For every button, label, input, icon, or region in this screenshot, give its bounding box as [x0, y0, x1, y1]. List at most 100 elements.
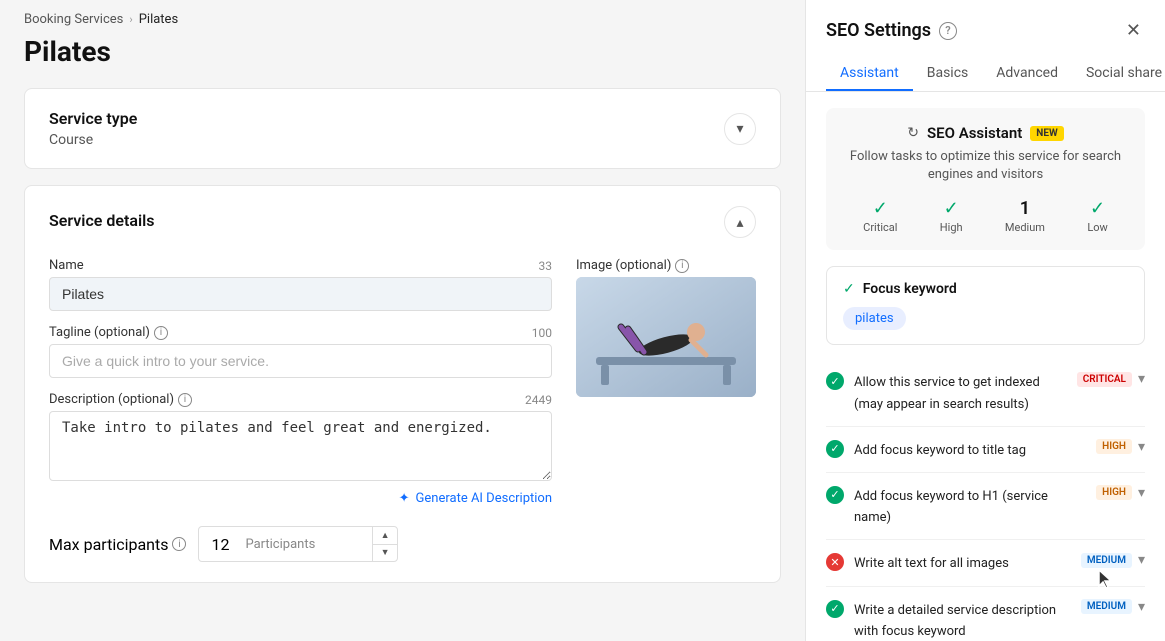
task-title-tag-right: HIGH ▾	[1096, 439, 1145, 455]
task-description-expand[interactable]: ▾	[1138, 599, 1145, 615]
task-title-tag-content: Add focus keyword to title tag	[854, 439, 1086, 460]
task-description-right: MEDIUM ▾	[1081, 599, 1145, 615]
seo-title-text: SEO Settings	[826, 20, 931, 41]
task-alt-text-expand[interactable]: ▾	[1138, 552, 1145, 568]
task-title-tag-title: Add focus keyword to title tag	[854, 443, 1026, 458]
task-indexing-title: Allow this service to get indexed (may a…	[854, 375, 1040, 411]
keyword-tag[interactable]: pilates	[843, 307, 906, 330]
task-h1-status: ✓	[826, 486, 844, 504]
stat-medium: 1 Medium	[1005, 198, 1045, 234]
focus-keyword-title: Focus keyword	[863, 281, 957, 297]
task-indexing-content: Allow this service to get indexed (may a…	[854, 371, 1067, 413]
sparkle-icon: ✦	[399, 491, 410, 506]
task-h1-title: Add focus keyword to H1 (service name)	[854, 489, 1048, 525]
description-char-count: 2449	[525, 393, 552, 407]
task-description-content: Write a detailed service description wit…	[854, 599, 1071, 641]
description-info-icon[interactable]: i	[178, 393, 192, 407]
assistant-description: Follow tasks to optimize this service fo…	[842, 148, 1129, 184]
service-details-title: Service details	[49, 211, 155, 230]
task-title-tag-badge: HIGH	[1096, 439, 1132, 454]
close-button[interactable]: ✕	[1122, 16, 1145, 45]
stats-row: ✓ Critical ✓ High 1 Medium ✓ Low	[842, 198, 1129, 234]
task-item-title-tag: ✓ Add focus keyword to title tag HIGH ▾	[826, 427, 1145, 473]
seo-header: SEO Settings ? ✕ Assistant Basics Advanc…	[806, 0, 1165, 92]
image-info-icon[interactable]: i	[675, 259, 689, 273]
description-field-label: Description (optional) i 2449	[49, 392, 552, 407]
generate-ai-button[interactable]: ✦ Generate AI Description	[49, 491, 552, 506]
stat-medium-label: Medium	[1005, 221, 1045, 234]
tagline-input[interactable]	[49, 344, 552, 378]
max-participants-row: Max participants i 12 Participants ▲ ▼	[49, 526, 756, 562]
tasks-list: ✓ Allow this service to get indexed (may…	[826, 359, 1145, 641]
generate-ai-label: Generate AI Description	[416, 491, 552, 506]
stat-critical-label: Critical	[863, 221, 897, 234]
tab-advanced[interactable]: Advanced	[982, 57, 1072, 91]
check-circle-green-icon: ✓	[826, 372, 844, 390]
tab-assistant[interactable]: Assistant	[826, 57, 913, 91]
service-image[interactable]	[576, 277, 756, 397]
seo-tabs: Assistant Basics Advanced Social share	[826, 57, 1145, 91]
stat-medium-value: 1	[1005, 198, 1045, 219]
stat-low: ✓ Low	[1087, 198, 1107, 234]
stat-high-label: High	[940, 221, 963, 234]
chevron-down-icon: ▾	[736, 120, 743, 137]
page-title: Pilates	[24, 35, 781, 68]
tab-basics[interactable]: Basics	[913, 57, 983, 91]
task-h1-badge: HIGH	[1096, 485, 1132, 500]
task-item-description: ✓ Write a detailed service description w…	[826, 587, 1145, 641]
task-description-title: Write a detailed service description wit…	[854, 603, 1056, 639]
max-participants-label: Max participants	[49, 535, 168, 554]
task-indexing-right: CRITICAL ▾	[1077, 371, 1145, 387]
tagline-label: Tagline (optional)	[49, 325, 150, 340]
service-type-card: Service type Course ▾	[24, 88, 781, 169]
participants-stepper[interactable]: 12 Participants ▲ ▼	[198, 526, 398, 562]
max-participants-info-icon[interactable]: i	[172, 537, 186, 551]
task-description-badge: MEDIUM	[1081, 599, 1132, 614]
assistant-title: SEO Assistant	[927, 124, 1022, 142]
task-title-tag-expand[interactable]: ▾	[1138, 439, 1145, 455]
task-indexing-expand[interactable]: ▾	[1138, 371, 1145, 387]
assistant-card: ↻ SEO Assistant NEW Follow tasks to opti…	[826, 108, 1145, 250]
task-h1-content: Add focus keyword to H1 (service name)	[854, 485, 1086, 527]
service-type-title: Service type	[49, 109, 137, 128]
pilates-image-svg	[576, 277, 756, 397]
stat-low-label: Low	[1087, 221, 1107, 234]
breadcrumb-separator: ›	[129, 13, 132, 26]
task-description-status: ✓	[826, 600, 844, 618]
tab-social-share[interactable]: Social share	[1072, 57, 1165, 91]
task-alt-text-badge: MEDIUM	[1081, 553, 1132, 568]
stepper-down[interactable]: ▼	[373, 545, 398, 562]
task-h1-expand[interactable]: ▾	[1138, 485, 1145, 501]
task-indexing-badge: CRITICAL	[1077, 372, 1132, 387]
tagline-char-count: 100	[532, 326, 552, 340]
stat-critical-icon: ✓	[863, 198, 897, 219]
task-alt-text-status: ✕	[826, 553, 844, 571]
check-circle-green-icon-2: ✓	[826, 440, 844, 458]
stat-high: ✓ High	[940, 198, 963, 234]
new-badge: NEW	[1030, 126, 1063, 141]
seo-settings-panel: SEO Settings ? ✕ Assistant Basics Advanc…	[805, 0, 1165, 641]
left-panel: Booking Services › Pilates Pilates Servi…	[0, 0, 805, 641]
refresh-icon: ↻	[907, 125, 919, 141]
task-indexing-status: ✓	[826, 372, 844, 390]
name-char-count: 33	[539, 259, 553, 273]
image-label: Image (optional)	[576, 258, 671, 273]
task-title-tag-status: ✓	[826, 440, 844, 458]
seo-title: SEO Settings ?	[826, 20, 957, 41]
stepper-up[interactable]: ▲	[373, 527, 398, 545]
service-type-toggle[interactable]: ▾	[724, 113, 756, 145]
tagline-field-label: Tagline (optional) i 100	[49, 325, 552, 340]
breadcrumb: Booking Services › Pilates	[24, 0, 781, 35]
task-alt-text-right: MEDIUM ▾	[1081, 552, 1145, 568]
task-h1-right: HIGH ▾	[1096, 485, 1145, 501]
seo-body: ↻ SEO Assistant NEW Follow tasks to opti…	[806, 92, 1165, 641]
description-textarea[interactable]: Take intro to pilates and feel great and…	[49, 411, 552, 481]
breadcrumb-parent[interactable]: Booking Services	[24, 12, 123, 27]
tagline-info-icon[interactable]: i	[154, 326, 168, 340]
service-details-toggle[interactable]: ▴	[724, 206, 756, 238]
name-input[interactable]	[49, 277, 552, 311]
focus-keyword-section: ✓ Focus keyword pilates	[826, 266, 1145, 345]
task-item-alt-text: ✕ Write alt text for all images MEDIUM ▾	[826, 540, 1145, 586]
seo-help-icon[interactable]: ?	[939, 22, 957, 40]
description-label: Description (optional)	[49, 392, 174, 407]
